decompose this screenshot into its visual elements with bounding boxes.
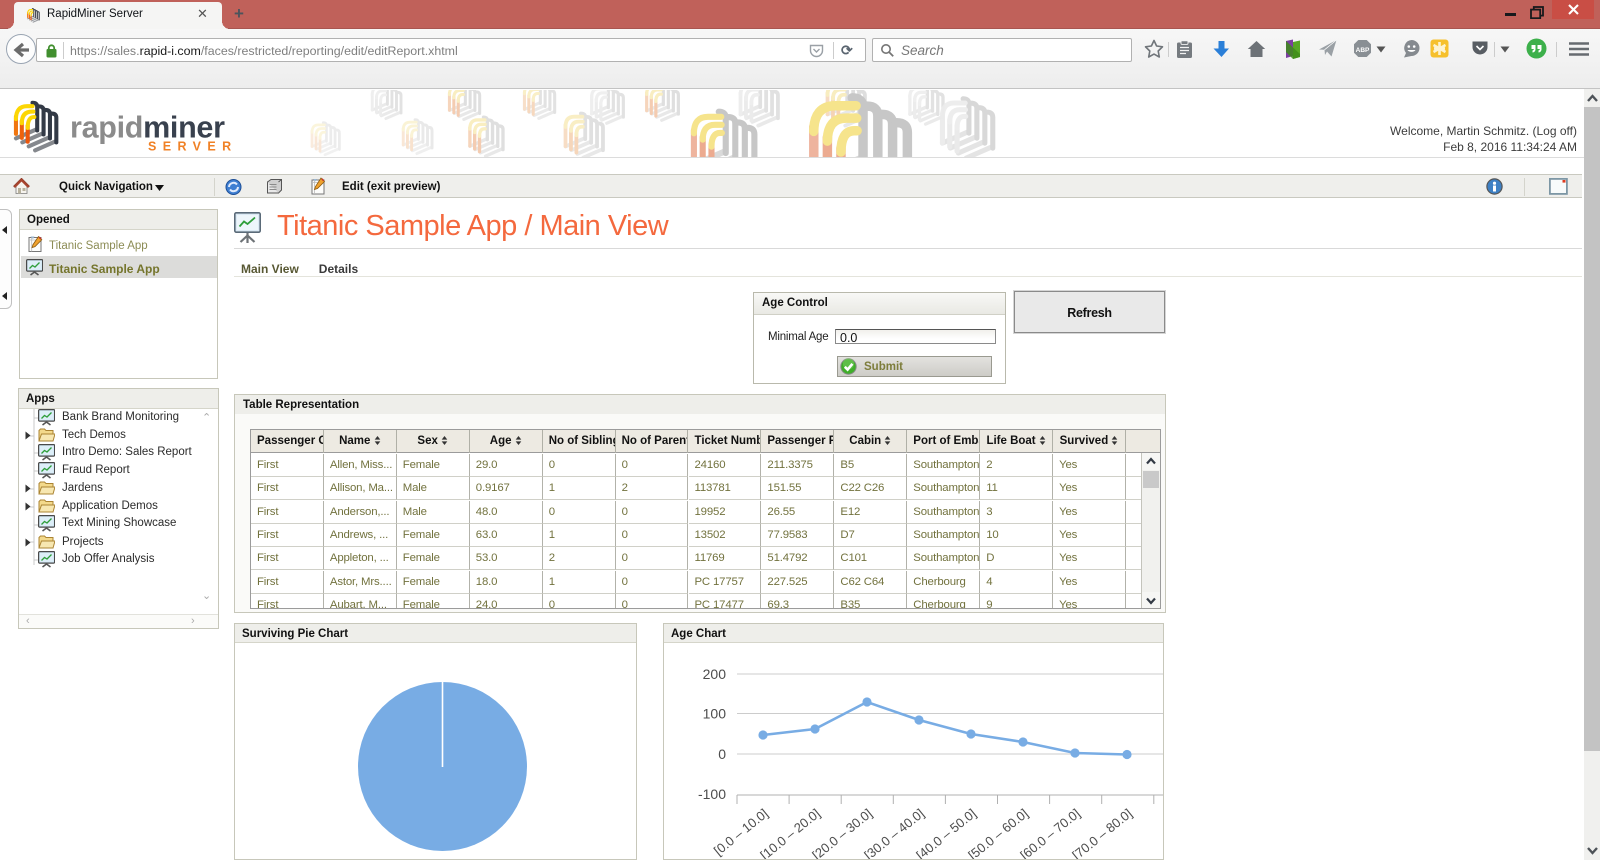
svg-text:100: 100 [703, 706, 727, 722]
svg-text:ABP: ABP [1356, 47, 1370, 54]
svg-text:0: 0 [718, 746, 726, 762]
svg-text:-100: -100 [698, 786, 726, 802]
svg-text:200: 200 [703, 666, 727, 682]
svg-text:SERVER: SERVER [148, 140, 238, 154]
